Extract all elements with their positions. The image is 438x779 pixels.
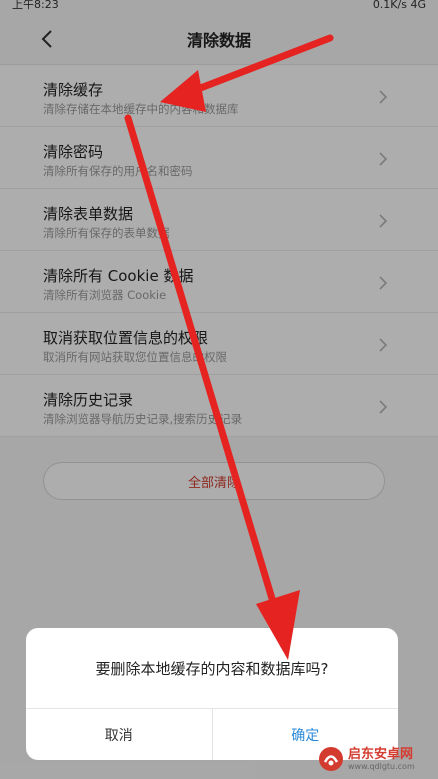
confirm-dialog: 要删除本地缓存的内容和数据库吗? 取消 确定 [26,628,398,760]
watermark-title: 启东安卓网 [348,746,414,762]
watermark-text: 启东安卓网 www.qdlgtu.com [348,748,415,771]
watermark: 启东安卓网 www.qdlgtu.com [318,742,436,776]
cancel-button[interactable]: 取消 [26,709,213,760]
site-logo-icon [319,747,343,771]
watermark-url: www.qdlgtu.com [348,761,415,771]
dialog-message: 要删除本地缓存的内容和数据库吗? [95,659,329,678]
